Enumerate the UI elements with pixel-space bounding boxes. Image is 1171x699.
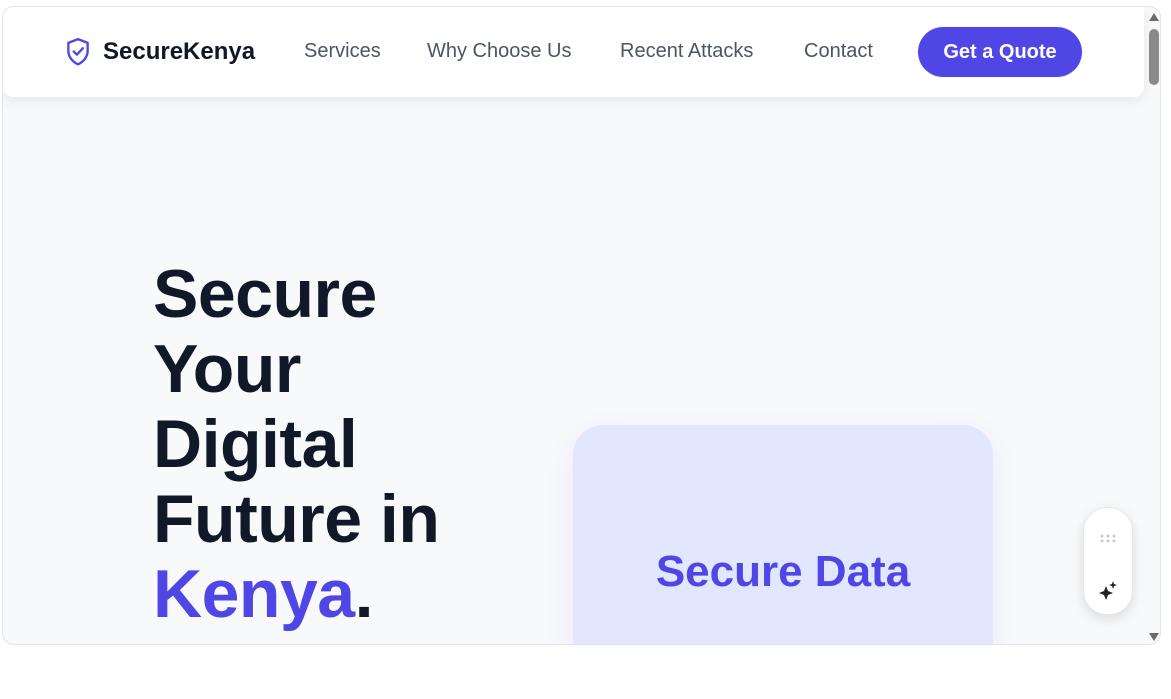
brand-name: SecureKenya xyxy=(103,38,256,65)
vertical-scrollbar[interactable] xyxy=(1146,7,1160,644)
hero-title-line-2: Your xyxy=(153,331,301,407)
sparkle-icon[interactable] xyxy=(1098,580,1118,600)
nav-link-why-choose-us[interactable]: Why Choose Us xyxy=(427,40,572,63)
nav-link-recent-attacks[interactable]: Recent Attacks xyxy=(620,40,753,63)
hero-title-line-1: Secure xyxy=(153,256,377,332)
shield-check-icon xyxy=(67,37,89,66)
floating-widget xyxy=(1083,507,1133,615)
nav-link-contact[interactable]: Contact xyxy=(804,40,873,63)
grip-dots-icon[interactable] xyxy=(1100,534,1116,542)
nav-link-services[interactable]: Services xyxy=(304,40,381,63)
card-label: Secure Data xyxy=(655,547,911,596)
secure-data-card: Secure Data xyxy=(573,425,993,644)
scroll-thumb[interactable] xyxy=(1149,29,1159,85)
get-a-quote-button[interactable]: Get a Quote xyxy=(918,27,1082,77)
hero-title-line-4: Future in xyxy=(153,481,440,557)
scroll-down-arrow-icon[interactable] xyxy=(1149,633,1159,641)
hero-title-accent: Kenya xyxy=(153,556,355,632)
hero-title-line-5: Kenya. xyxy=(153,557,439,632)
browser-viewport: SecureKenya Services Why Choose Us Recen… xyxy=(2,6,1161,645)
navbar: SecureKenya Services Why Choose Us Recen… xyxy=(3,7,1144,97)
scroll-up-arrow-icon[interactable] xyxy=(1149,13,1159,21)
hero-title: Secure Your Digital Future in Kenya. xyxy=(153,256,440,632)
hero-title-period: . xyxy=(354,556,374,632)
brand-logo-link[interactable]: SecureKenya xyxy=(65,37,255,67)
hero-title-line-3: Digital xyxy=(153,406,358,482)
